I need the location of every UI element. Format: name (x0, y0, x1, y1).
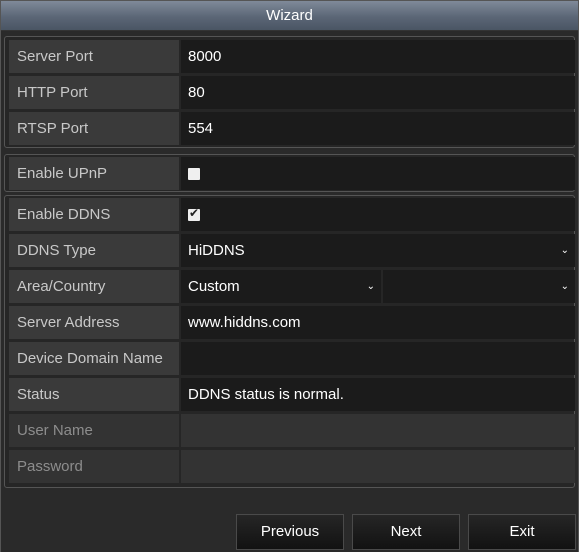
area-country-label: Area/Country (9, 270, 179, 303)
device-domain-name-label: Device Domain Name (9, 342, 179, 375)
rtsp-port-row: RTSP Port 554 (9, 111, 575, 145)
enable-upnp-cell (181, 157, 575, 190)
area-country-secondary-select[interactable]: ⌄ (383, 270, 575, 303)
ddns-type-value: HiDDNS (188, 242, 245, 259)
chevron-down-icon: ⌄ (560, 245, 569, 256)
device-domain-name-input[interactable] (181, 342, 575, 375)
server-port-row: Server Port 8000 (9, 39, 575, 73)
check-icon: ✔ (188, 206, 200, 220)
next-button[interactable]: Next (352, 514, 460, 550)
upnp-group: Enable UPnP (4, 154, 575, 192)
server-port-label: Server Port (9, 40, 179, 73)
server-port-input[interactable]: 8000 (181, 40, 575, 73)
rtsp-port-input[interactable]: 554 (181, 112, 575, 145)
window-title: Wizard (1, 1, 578, 31)
enable-ddns-checkbox[interactable]: ✔ (188, 206, 200, 221)
server-address-row: Server Address www.hiddns.com (9, 305, 575, 339)
rtsp-port-label: RTSP Port (9, 112, 179, 145)
server-address-label: Server Address (9, 306, 179, 339)
user-name-row: User Name (9, 413, 575, 447)
enable-upnp-row: Enable UPnP (9, 156, 575, 190)
password-row: Password (9, 449, 575, 483)
enable-upnp-label: Enable UPnP (9, 157, 179, 190)
password-input (181, 450, 575, 483)
port-settings-group: Server Port 8000 HTTP Port 80 RTSP Port … (4, 36, 575, 148)
http-port-input[interactable]: 80 (181, 76, 575, 109)
chevron-down-icon: ⌄ (560, 281, 569, 292)
wizard-footer: Previous Next Exit (1, 511, 578, 552)
ddns-group: Enable DDNS ✔ DDNS Type HiDDNS ⌄ Area/Co… (4, 195, 575, 488)
password-label: Password (9, 450, 179, 483)
exit-button[interactable]: Exit (468, 514, 576, 550)
enable-ddns-label: Enable DDNS (9, 198, 179, 231)
http-port-row: HTTP Port 80 (9, 75, 575, 109)
area-country-value: Custom (188, 278, 240, 295)
enable-upnp-checkbox[interactable] (188, 168, 200, 180)
enable-ddns-row: Enable DDNS ✔ (9, 197, 575, 231)
chevron-down-icon: ⌄ (366, 281, 375, 292)
area-country-row: Area/Country Custom ⌄ ⌄ (9, 269, 575, 303)
user-name-label: User Name (9, 414, 179, 447)
status-label: Status (9, 378, 179, 411)
user-name-input (181, 414, 575, 447)
area-country-select[interactable]: Custom ⌄ (181, 270, 381, 303)
http-port-label: HTTP Port (9, 76, 179, 109)
status-value: DDNS status is normal. (181, 378, 575, 411)
enable-ddns-cell: ✔ (181, 198, 575, 231)
previous-button[interactable]: Previous (236, 514, 344, 550)
ddns-type-select[interactable]: HiDDNS ⌄ (181, 234, 575, 267)
wizard-window: Wizard Server Port 8000 HTTP Port 80 RTS… (0, 0, 579, 552)
device-domain-name-row: Device Domain Name (9, 341, 575, 375)
server-address-input[interactable]: www.hiddns.com (181, 306, 575, 339)
status-row: Status DDNS status is normal. (9, 377, 575, 411)
ddns-type-row: DDNS Type HiDDNS ⌄ (9, 233, 575, 267)
ddns-type-label: DDNS Type (9, 234, 179, 267)
